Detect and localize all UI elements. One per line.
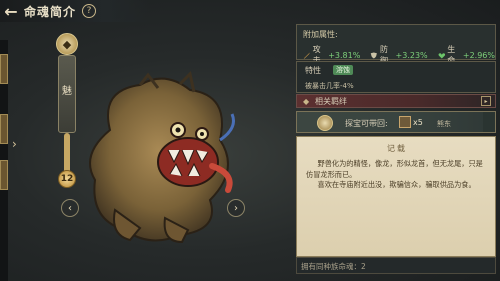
- header-bar: ← 命魂简介 ?: [0, 0, 150, 22]
- footer-bar: 拥有同种族命魂：2: [296, 257, 496, 274]
- record-panel: 记载 野兽化为的精怪，像龙，形似龙首，但无龙尾，只是仿冒龙形而已。 喜欢在寺庙附…: [296, 136, 496, 257]
- seal-icon: ◆: [56, 33, 78, 55]
- record-title: 记载: [387, 144, 407, 153]
- related-bonds-bar[interactable]: ◆ 相关羁绊 ▸: [296, 94, 496, 108]
- expand-arrow-icon[interactable]: ▸: [481, 96, 491, 106]
- treasure-item-icon[interactable]: [399, 116, 411, 128]
- treasure-count: x5: [413, 118, 423, 127]
- sword-icon: [303, 51, 310, 59]
- treasure-bar-end: [483, 112, 495, 132]
- help-icon[interactable]: ?: [82, 4, 97, 18]
- strip-card-thumb[interactable]: [0, 114, 8, 144]
- treasure-target: 熊东: [437, 120, 451, 128]
- treasure-label: 探宝可带回:: [345, 119, 388, 128]
- record-paragraph: 野兽化为的精怪，像龙，形似龙首，但无龙尾，只是仿冒龙形而已。: [306, 159, 483, 179]
- same-race-count: 拥有同种族命魂：2: [301, 262, 366, 271]
- defense-value: +3.23%: [395, 50, 428, 60]
- trait-panel: 特性 溶蚀 被暴击几率-4%: [296, 61, 496, 93]
- treasure-bar: 探宝可带回: x5 熊东: [296, 111, 496, 133]
- scroll-right-icon[interactable]: ›: [12, 137, 17, 151]
- attributes-title: 附加属性:: [303, 30, 338, 39]
- creature-illustration: [89, 71, 235, 244]
- strip-card-thumb[interactable]: [0, 54, 8, 84]
- hp-value: +2.96%: [462, 50, 495, 60]
- heart-icon: [438, 52, 445, 59]
- prev-soul-button[interactable]: ‹: [61, 199, 79, 217]
- related-bonds-label: 相关羁绊: [315, 97, 347, 106]
- attack-value: +3.81%: [328, 50, 361, 60]
- page-title: 命魂简介: [24, 4, 77, 19]
- bond-icon: ◆: [303, 97, 310, 106]
- trait-label: 特性: [305, 66, 321, 75]
- strip-card-thumb[interactable]: [0, 160, 8, 190]
- treasure-seal-icon: [317, 115, 333, 131]
- next-soul-button[interactable]: ›: [227, 199, 245, 217]
- trait-badge: 溶蚀: [333, 65, 353, 75]
- trait-description: 被暴击几率-4%: [305, 82, 354, 90]
- back-arrow-icon[interactable]: ←: [0, 0, 22, 22]
- shield-icon: [371, 51, 378, 59]
- record-paragraph: 喜欢在寺庙附近出没，欺骗信众，骗取供品为食。: [317, 180, 476, 189]
- left-card-strip: [0, 40, 8, 281]
- attributes-panel: 附加属性: 攻击 +3.81% 防御 +3.23% 生命 +2.96%: [296, 24, 496, 65]
- record-text: 野兽化为的精怪，像龙，形似龙首，但无龙尾，只是仿冒龙形而已。 喜欢在寺庙附近出没…: [306, 159, 488, 191]
